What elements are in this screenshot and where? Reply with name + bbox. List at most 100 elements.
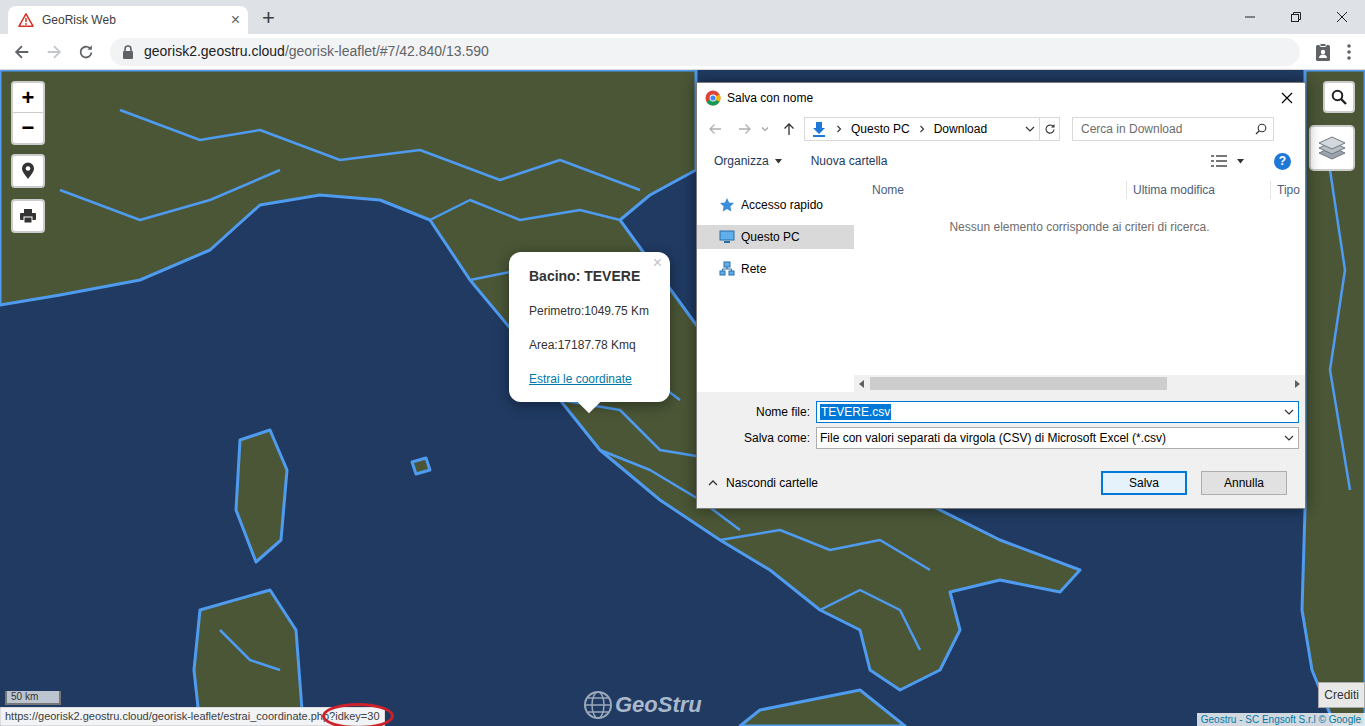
history-dropdown-icon[interactable] [1025,125,1035,133]
status-bubble: https://georisk2.geostru.cloud/georisk-l… [0,707,385,726]
breadcrumb-bar[interactable]: Questo PC Download [804,117,1060,141]
dialog-close-button[interactable] [1269,83,1305,112]
horizontal-scrollbar[interactable] [854,375,1305,392]
print-button[interactable] [11,199,45,233]
new-folder-button[interactable]: Nuova cartella [811,152,888,170]
attribution[interactable]: Geostru - SC Engsoft S.r.l © Google [1197,713,1365,726]
zoom-control: + − [11,81,45,145]
sidebar-item[interactable]: Rete [697,257,854,281]
view-options-button[interactable] [1211,155,1244,167]
tab-strip: GeoRisk Web × + [0,0,1365,34]
chevron-up-icon [708,479,718,487]
map-popup: × Bacino: TEVERE Perimetro:1049.75 Km Ar… [509,252,670,402]
magnifier-icon [1255,123,1267,135]
dropdown-triangle-icon [775,159,782,164]
geostru-logo: GeoStru [583,690,702,720]
toolbar: georisk2.geostru.cloud/georisk-leaflet/#… [0,34,1365,70]
network-icon [719,261,735,277]
recent-dropdown-icon[interactable] [761,125,769,133]
scroll-right-icon[interactable] [1294,380,1300,388]
restore-button[interactable] [1273,0,1319,34]
reload-button[interactable] [70,38,102,66]
address-host: georisk2.geostru.cloud [144,43,285,59]
new-tab-button[interactable]: + [262,5,275,29]
search-box[interactable] [1072,117,1274,141]
download-icon [811,121,827,137]
sidebar-label: Accesso rapido [741,196,823,214]
save-as-row: Salva come: File con valori separati da … [697,427,1305,449]
file-name-field[interactable]: TEVERE.csv [816,401,1299,423]
tab-title: GeoRisk Web [42,11,223,29]
save-button[interactable]: Salva [1101,471,1187,495]
dropdown-chevron-icon[interactable] [1284,408,1294,416]
save-as-label: Salva come: [697,429,816,447]
file-name-value: TEVERE.csv [820,404,891,420]
locate-button[interactable] [11,154,45,188]
zoom-out-button[interactable]: − [13,113,43,143]
forward-arrow-icon[interactable] [737,121,753,137]
dropdown-chevron-icon [1284,434,1294,442]
sidebar-item[interactable]: Questo PC [697,225,854,249]
globe-icon [583,690,613,720]
hide-folders-toggle[interactable]: Nascondi cartelle [708,474,818,492]
refresh-button[interactable] [1039,118,1059,140]
back-arrow-icon[interactable] [707,121,723,137]
dialog-actions: Nascondi cartelle Salva Annulla [697,471,1305,495]
back-button[interactable] [6,38,38,66]
column-header[interactable]: Ultima modifica [1126,181,1270,199]
credits-button[interactable]: Crediti [1318,682,1365,708]
popup-close[interactable]: × [653,255,662,271]
omnibox[interactable]: georisk2.geostru.cloud/georisk-leaflet/#… [110,38,1300,66]
up-arrow-icon[interactable] [781,121,797,137]
organize-menu[interactable]: Organizza [714,152,782,170]
dialog-body: Accesso rapido Questo PC Rete Nome Ultim… [697,176,1305,392]
cancel-button[interactable]: Annulla [1201,471,1287,495]
reload-icon [77,43,95,61]
sidebar-item[interactable]: Accesso rapido [697,193,854,217]
layers-button[interactable] [1309,125,1355,171]
save-as-combobox[interactable]: File con valori separati da virgola (CSV… [816,427,1299,449]
breadcrumb-item[interactable]: Download [934,120,987,138]
zoom-in-button[interactable]: + [13,83,43,113]
reading-list-icon[interactable] [1313,42,1333,62]
organize-label: Organizza [714,152,769,170]
address-path: /georisk-leaflet/#7/42.840/13.590 [285,43,489,59]
popup-title: Bacino: TEVERE [529,268,658,284]
refresh-icon [1044,123,1056,135]
scrollbar-thumb[interactable] [870,377,1167,390]
dialog-footer: Nome file: TEVERE.csv Salva come: File c… [697,392,1305,508]
menu-icon[interactable] [1347,44,1351,60]
lock-icon [122,45,134,59]
column-header[interactable]: Tipo [1270,181,1300,199]
close-icon [1337,12,1347,22]
file-list: Nome Ultima modifica Tipo Nessun element… [854,176,1305,392]
dialog-command-bar: Organizza Nuova cartella ? [697,146,1305,176]
logo-text: GeoStru [615,694,702,716]
help-button[interactable]: ? [1274,153,1291,170]
minimize-icon [1245,12,1255,22]
column-header[interactable]: Nome [854,181,1126,199]
scroll-left-icon[interactable] [859,380,865,388]
search-button[interactable] [1323,81,1355,113]
window-controls [1227,0,1365,34]
chevron-icon [835,125,843,133]
scale-bar: 50 km [5,691,61,705]
browser-tab[interactable]: GeoRisk Web × [8,6,248,34]
search-input[interactable] [1081,120,1255,138]
back-arrow-icon [13,43,31,61]
printer-icon [20,209,36,223]
dialog-nav-row: Questo PC Download [697,112,1305,146]
forward-arrow-icon [45,43,63,61]
navigation-pane: Accesso rapido Questo PC Rete [697,176,854,392]
restore-icon [1291,12,1301,22]
save-as-value: File con valori separati da virgola (CSV… [820,429,1166,447]
sidebar-label: Questo PC [741,228,800,246]
popup-area: Area:17187.78 Kmq [529,338,658,352]
close-icon [1281,92,1293,104]
close-window-button[interactable] [1319,0,1365,34]
minimize-button[interactable] [1227,0,1273,34]
tab-close[interactable]: × [231,12,240,28]
extract-coordinates-link[interactable]: Estrai le coordinate [529,372,658,386]
breadcrumb-item[interactable]: Questo PC [851,120,910,138]
forward-button[interactable] [38,38,70,66]
